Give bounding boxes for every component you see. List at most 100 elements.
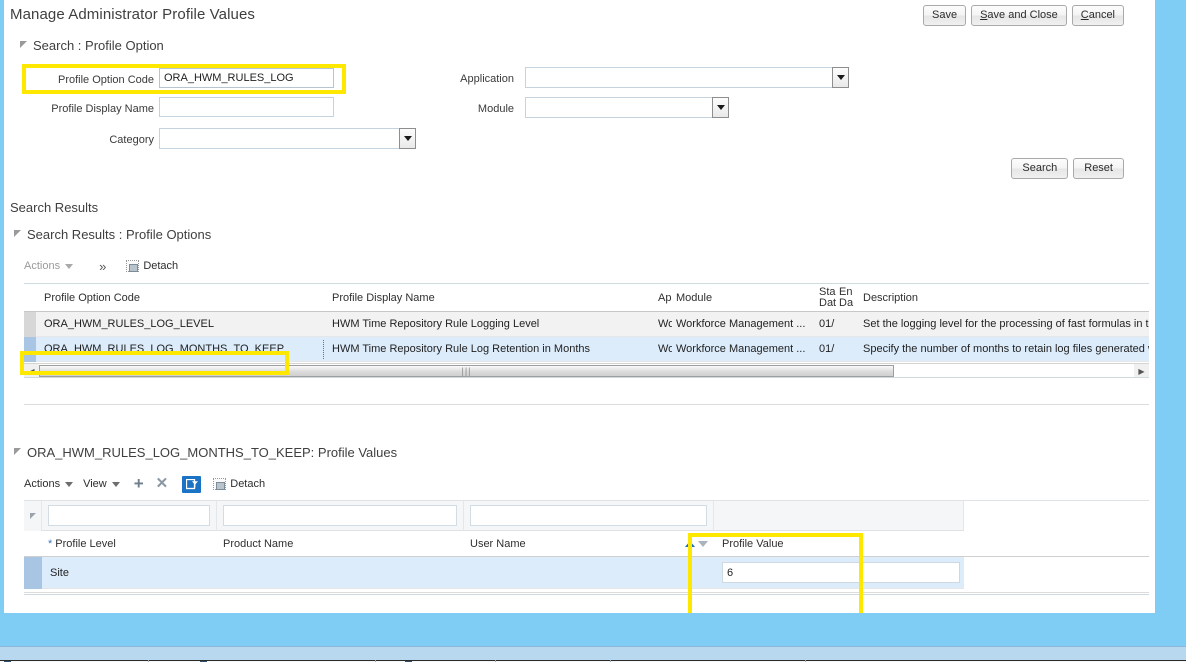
results-horizontal-scrollbar[interactable]: ◀ ||| ▶ xyxy=(24,363,1149,377)
table-row[interactable]: ORA_HWM_RULES_LOG_LEVEL HWM Time Reposit… xyxy=(24,311,1149,337)
reset-button[interactable]: Reset xyxy=(1073,158,1124,179)
end-date-line2: Da xyxy=(839,296,854,309)
scroll-right-arrow-icon[interactable]: ▶ xyxy=(1134,364,1149,377)
qbe-input-user-name[interactable] xyxy=(470,505,707,526)
column-header-end-date[interactable]: En Da xyxy=(837,284,859,312)
cancel-accel: C xyxy=(1080,9,1089,21)
profile-option-code-label: Profile Option Code xyxy=(58,74,154,86)
row-selector[interactable] xyxy=(24,556,42,589)
profile-display-name-input[interactable] xyxy=(159,97,334,117)
save-and-close-rest: ave and Close xyxy=(987,9,1058,21)
column-header-start-date[interactable]: Sta Dat xyxy=(817,284,837,312)
category-dropdown-button[interactable] xyxy=(399,128,416,149)
chevron-down-icon xyxy=(836,75,845,80)
search-results-header-row: Profile Option Code Profile Display Name… xyxy=(24,284,1149,312)
cell-profile-option-code-text: ORA_HWM_RULES_LOG_MONTHS_TO_KEEP xyxy=(44,343,285,355)
table-row[interactable]: Site xyxy=(24,556,1149,589)
column-header-user-name[interactable]: User Name xyxy=(464,531,714,557)
values-view-label: View xyxy=(83,478,107,490)
cell-application: Wo xyxy=(658,318,672,330)
detach-icon xyxy=(213,478,227,490)
sort-descending-icon[interactable] xyxy=(698,540,708,547)
qbe-cell-profile-level xyxy=(42,501,217,531)
cell-description: Specify the number of months to retain l… xyxy=(863,343,1149,355)
start-date-line1: Sta xyxy=(819,285,836,298)
save-button[interactable]: Save xyxy=(923,5,967,26)
results-section-title: Search Results : Profile Options xyxy=(27,227,212,242)
cell-module: Workforce Management ... xyxy=(676,343,806,355)
values-detach-button[interactable]: Detach xyxy=(213,478,265,490)
values-actions-menu[interactable]: Actions xyxy=(24,478,74,490)
values-add-row-button[interactable]: + xyxy=(133,474,144,493)
cell-profile-option-code: ORA_HWM_RULES_LOG_MONTHS_TO_KEEP xyxy=(36,337,324,362)
module-dropdown-button[interactable] xyxy=(712,97,729,118)
column-header-spacer xyxy=(964,531,1149,557)
sort-ascending-icon[interactable] xyxy=(685,540,695,547)
values-actions-label: Actions xyxy=(24,478,61,490)
collapse-triangle-icon[interactable] xyxy=(20,41,27,48)
results-section-header[interactable]: Search Results : Profile Options xyxy=(14,227,211,242)
values-detach-label: Detach xyxy=(230,478,266,490)
section-divider xyxy=(24,404,1149,405)
qbe-cell-product-name xyxy=(217,501,464,531)
cancel-button[interactable]: Cancel xyxy=(1071,5,1124,26)
start-date-line2: Dat xyxy=(819,296,837,309)
search-section-header[interactable]: Search : Profile Option xyxy=(20,38,164,53)
results-detach-button[interactable]: Detach xyxy=(126,260,178,272)
cell-profile-value xyxy=(714,557,964,589)
results-actions-menu[interactable]: Actions xyxy=(24,260,74,272)
column-header-profile-option-code[interactable]: Profile Option Code xyxy=(36,284,324,312)
qbe-input-product-name[interactable] xyxy=(223,505,457,526)
browser-window: Manage Administrator Profile Values Save… xyxy=(0,0,1186,662)
values-delete-row-button[interactable]: ✕ xyxy=(156,476,169,491)
values-view-menu[interactable]: View xyxy=(83,478,120,490)
profile-value-input[interactable] xyxy=(722,562,960,583)
module-select[interactable] xyxy=(525,97,729,118)
search-results-table: Profile Option Code Profile Display Name… xyxy=(24,283,1149,378)
plus-icon: + xyxy=(133,474,144,493)
scroll-left-arrow-icon[interactable]: ◀ xyxy=(24,364,39,377)
application-select[interactable] xyxy=(525,67,849,88)
scrollbar-thumb[interactable]: ||| xyxy=(39,365,894,377)
column-header-product-name[interactable]: Product Name xyxy=(217,531,464,557)
values-query-by-example-button[interactable] xyxy=(182,475,202,493)
row-selector[interactable] xyxy=(24,336,36,362)
collapse-triangle-icon[interactable] xyxy=(14,230,21,237)
results-actions-label: Actions xyxy=(24,260,61,272)
cell-profile-display-name: HWM Time Repository Rule Log Retention i… xyxy=(332,343,590,355)
collapse-triangle-icon[interactable] xyxy=(14,448,21,455)
row-selector[interactable] xyxy=(24,311,36,337)
table-row[interactable]: ORA_HWM_RULES_LOG_MONTHS_TO_KEEP HWM Tim… xyxy=(24,336,1149,362)
qbe-cell-spacer xyxy=(964,501,1149,531)
cell-spacer xyxy=(964,556,1149,589)
application-value xyxy=(526,68,832,87)
cell-profile-display-name: HWM Time Repository Rule Logging Level xyxy=(332,318,540,330)
page-title: Manage Administrator Profile Values xyxy=(10,6,256,23)
column-header-profile-value[interactable]: Profile Value xyxy=(714,531,964,557)
application-page: Manage Administrator Profile Values Save… xyxy=(4,0,1155,613)
column-divider xyxy=(323,339,324,359)
cell-profile-option-code: ORA_HWM_RULES_LOG_LEVEL xyxy=(44,318,214,330)
profile-values-section-header[interactable]: ORA_HWM_RULES_LOG_MONTHS_TO_KEEP: Profil… xyxy=(14,445,397,460)
required-indicator-icon: * xyxy=(48,537,53,550)
module-value xyxy=(526,98,712,117)
column-header-application[interactable]: App xyxy=(654,284,672,312)
application-dropdown-button[interactable] xyxy=(832,67,849,88)
cancel-rest: ancel xyxy=(1088,9,1115,21)
search-results-caption: Search Results xyxy=(10,200,99,215)
page-bottom-band xyxy=(0,613,1186,646)
profile-values-header-row: * Profile Level Product Name User Name Pr… xyxy=(24,531,1149,557)
qbe-input-profile-level[interactable] xyxy=(48,505,210,526)
search-section-title: Search : Profile Option xyxy=(33,38,164,53)
column-header-description[interactable]: Description xyxy=(859,284,1149,312)
results-more-button[interactable]: » xyxy=(99,259,106,274)
profile-option-code-input[interactable] xyxy=(159,68,334,88)
search-button[interactable]: Search xyxy=(1011,158,1069,179)
column-header-profile-level[interactable]: * Profile Level xyxy=(42,531,217,557)
column-header-profile-display-name[interactable]: Profile Display Name xyxy=(324,284,654,312)
column-header-module[interactable]: Module xyxy=(672,284,817,312)
scrollbar-track[interactable]: ||| xyxy=(39,364,1134,377)
category-select[interactable] xyxy=(159,128,416,149)
sort-controls[interactable] xyxy=(685,540,714,547)
save-and-close-button[interactable]: Save and Close xyxy=(971,5,1067,26)
